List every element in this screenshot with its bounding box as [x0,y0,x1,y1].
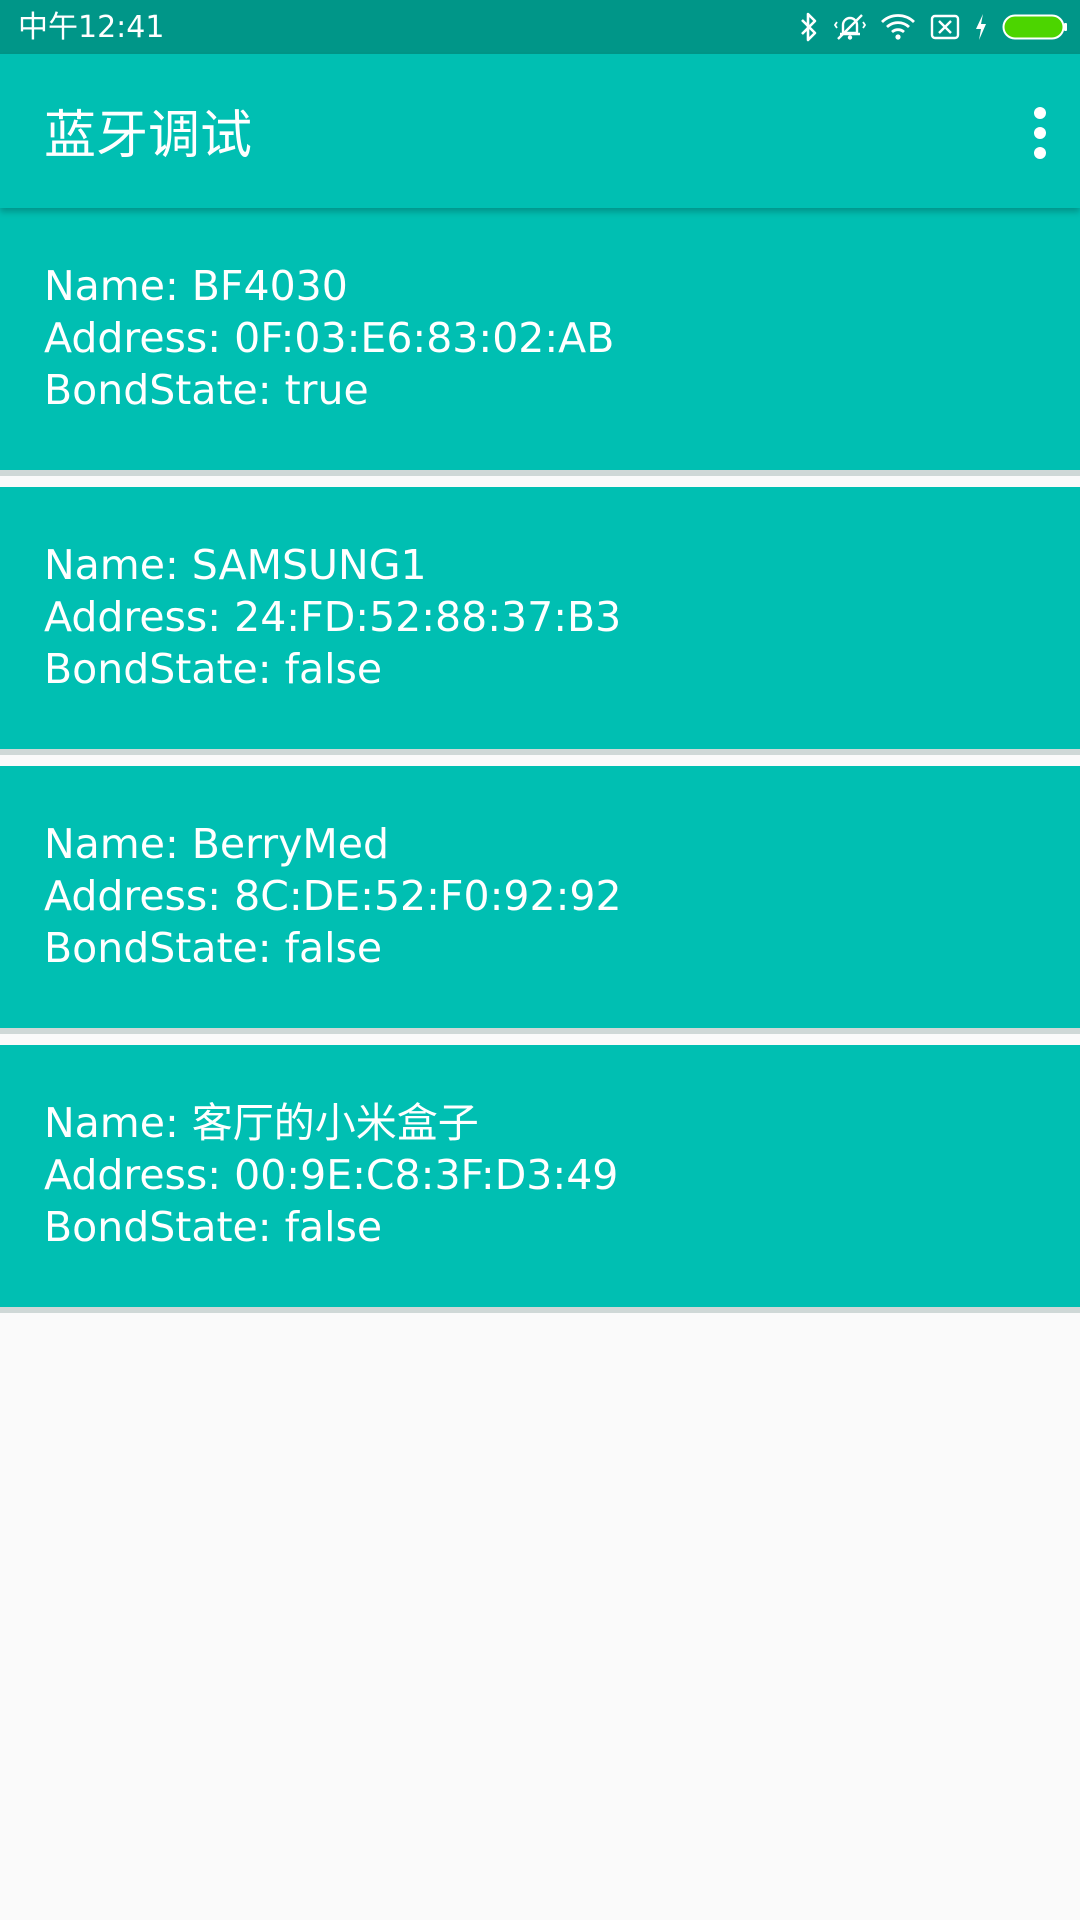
app-title: 蓝牙调试 [44,106,253,166]
battery-icon [1002,14,1067,40]
device-item[interactable]: Name: SAMSUNG1 Address: 24:FD:52:88:37:B… [0,487,1080,755]
bluetooth-icon [801,12,817,42]
device-name: Name: BF4030 [44,262,348,310]
status-icons [798,9,1068,45]
app-bar: 蓝牙调试 [0,54,1080,208]
charging-icon [976,14,986,40]
device-address: Address: 0F:03:E6:83:02:AB [44,314,615,362]
device-bond-state: BondState: true [44,366,369,414]
device-item[interactable]: Name: BerryMed Address: 8C:DE:52:F0:92:9… [0,766,1080,1034]
device-address: Address: 00:9E:C8:3F:D3:49 [44,1151,619,1199]
device-name: Name: 客厅的小米盒子 [44,1099,479,1147]
mute-vibrate-icon [834,14,866,40]
no-sim-icon [930,14,960,40]
device-item[interactable]: Name: 客厅的小米盒子 Address: 00:9E:C8:3F:D3:49… [0,1045,1080,1313]
device-bond-state: BondState: false [44,924,383,972]
device-item[interactable]: Name: BF4030 Address: 0F:03:E6:83:02:AB … [0,208,1080,476]
status-bar: 中午12:41 [0,0,1080,54]
more-vert-icon[interactable] [1010,88,1070,178]
wifi-icon [881,14,915,40]
device-address: Address: 8C:DE:52:F0:92:92 [44,872,622,920]
device-name: Name: BerryMed [44,820,390,868]
device-name: Name: SAMSUNG1 [44,541,427,589]
device-bond-state: BondState: false [44,645,383,693]
device-address: Address: 24:FD:52:88:37:B3 [44,593,622,641]
status-time: 中午12:41 [18,10,165,45]
device-bond-state: BondState: false [44,1203,383,1251]
device-list: Name: BF4030 Address: 0F:03:E6:83:02:AB … [0,208,1080,1313]
